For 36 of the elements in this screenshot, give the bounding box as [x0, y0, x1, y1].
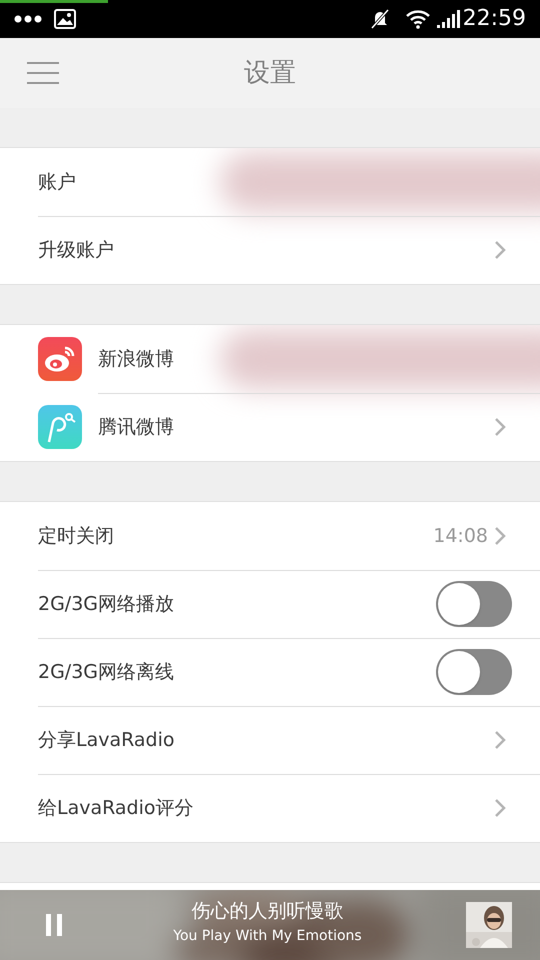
timer-value: 14:08 [433, 524, 488, 549]
row-label: 腾讯微博 [98, 414, 175, 440]
chevron-icon [494, 730, 506, 750]
eye-logo-icon [38, 337, 82, 381]
signal-icon [436, 10, 461, 28]
row-label: 分享LavaRadio [38, 728, 176, 753]
more-dots-icon [14, 15, 42, 23]
row-label: 定时关闭 [38, 524, 115, 549]
muted-bell-icon [368, 8, 391, 30]
row-label: 新浪微博 [98, 346, 175, 372]
toggle-switch[interactable] [436, 649, 512, 695]
menu-button[interactable] [26, 60, 60, 86]
pin-logo-icon [38, 405, 82, 449]
chevron-icon [494, 240, 506, 260]
settings-row[interactable]: 分享LavaRadio [0, 706, 540, 774]
row-label: 2G/3G网络离线 [38, 660, 176, 685]
settings-row[interactable]: 定时关闭 14:08 [0, 502, 540, 570]
chevron-icon [494, 798, 506, 818]
chevron-icon [494, 526, 506, 546]
toggle-switch[interactable] [436, 581, 512, 627]
page-title: 设置 [244, 56, 296, 90]
settings-row[interactable]: 新浪微博 [0, 325, 540, 393]
clock-time: 22:59 [462, 8, 526, 30]
row-label: 给LavaRadio评分 [38, 796, 195, 821]
settings-row[interactable]: 升级账户 [0, 216, 540, 284]
image-icon [54, 9, 76, 29]
row-label: 2G/3G网络播放 [38, 592, 176, 617]
row-label: 账户 [38, 170, 77, 195]
wifi-icon [404, 9, 431, 29]
settings-row[interactable]: 给LavaRadio评分 [0, 774, 540, 842]
settings-row[interactable]: 2G/3G网络离线 [0, 638, 540, 706]
settings-row[interactable]: 腾讯微博 [0, 393, 540, 461]
chevron-icon [494, 417, 506, 437]
settings-row[interactable]: 2G/3G网络播放 [0, 570, 540, 638]
row-label: 升级账户 [38, 238, 115, 263]
settings-row[interactable]: 账户 [0, 148, 540, 216]
